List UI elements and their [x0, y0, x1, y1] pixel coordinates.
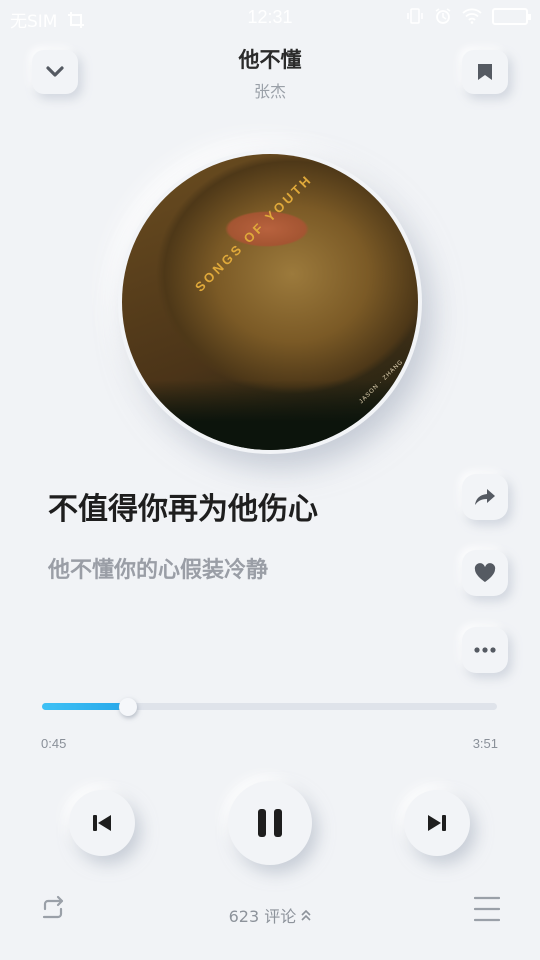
share-icon [475, 489, 495, 505]
bookmark-icon [478, 64, 492, 80]
song-title: 他不懂 [238, 48, 302, 72]
comment-count: 623 [228, 907, 260, 926]
playlist-button[interactable] [473, 895, 501, 927]
wifi-icon [462, 8, 482, 24]
bookmark-button[interactable] [462, 50, 508, 94]
alarm-icon [435, 8, 451, 24]
pause-icon [258, 809, 282, 837]
next-icon [428, 815, 446, 831]
battery-icon [492, 7, 531, 25]
album-disc[interactable]: SONGS OF YOUTH JASON · ZHANG [118, 150, 422, 454]
progress-bar[interactable] [42, 698, 497, 716]
progress-thumb[interactable] [119, 698, 138, 716]
album-cover-title: SONGS OF YOUTH [192, 171, 316, 295]
chevron-double-up-icon [301, 909, 311, 921]
previous-button[interactable] [69, 790, 135, 856]
elapsed-time: 0:45 [41, 736, 67, 751]
status-bar: 无SIM 12:31 [0, 0, 540, 34]
playlist-icon [473, 896, 501, 922]
pause-button[interactable] [228, 781, 312, 865]
like-button[interactable] [462, 550, 508, 596]
next-button[interactable] [404, 790, 470, 856]
vibrate-icon [407, 8, 423, 24]
lyric-next-line: 他不懂你的心假装冷静 [48, 558, 269, 583]
comments-link[interactable]: 623 评论 [0, 903, 540, 927]
lyric-current-line: 不值得你再为他伤心 [48, 492, 318, 527]
album-cover: SONGS OF YOUTH JASON · ZHANG [122, 154, 418, 450]
song-artist[interactable]: 张杰 [0, 78, 540, 102]
previous-icon [93, 815, 111, 831]
more-icon [474, 647, 496, 653]
heart-icon [474, 563, 496, 582]
more-button[interactable] [462, 627, 508, 673]
comment-label: 评论 [264, 907, 297, 926]
status-right [406, 7, 531, 25]
total-duration: 3:51 [472, 736, 498, 751]
share-button[interactable] [462, 474, 508, 520]
progress-fill [42, 703, 129, 710]
